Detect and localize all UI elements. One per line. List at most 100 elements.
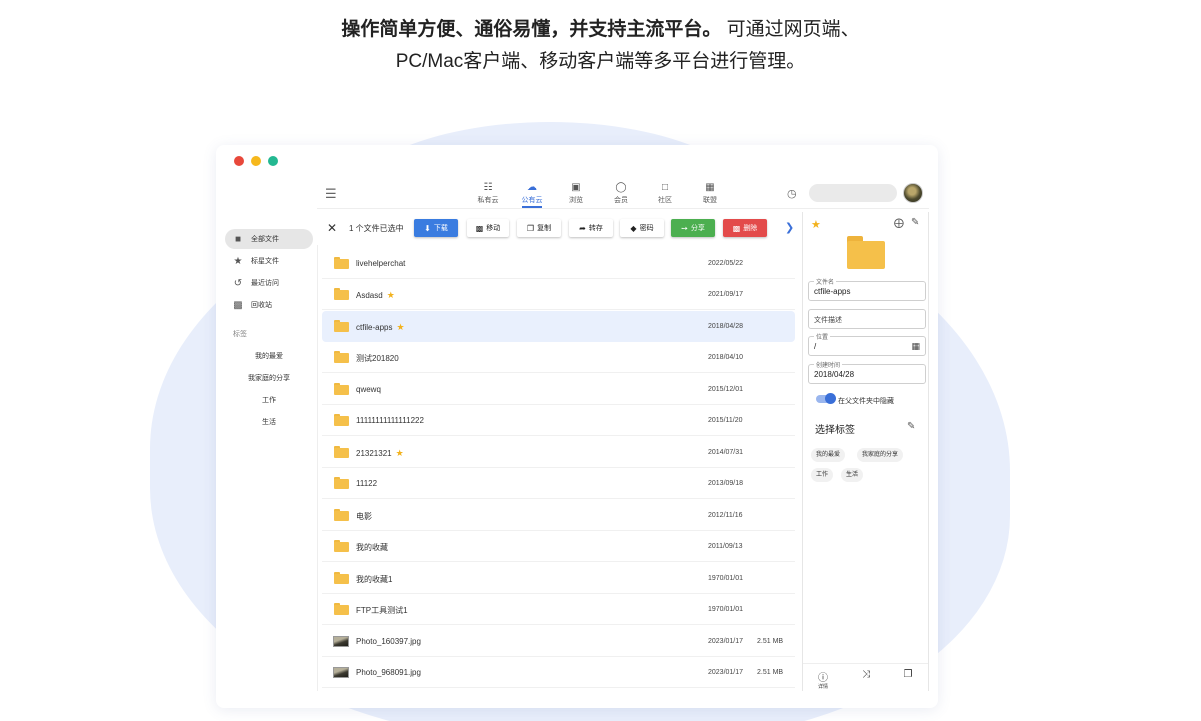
share-icon: ⤨ [862,669,870,680]
member-icon: ◯ [615,182,627,193]
file-row[interactable]: 11122 2013/09/18 [322,468,795,499]
folder-open-icon[interactable]: ▦ [911,341,920,352]
folder-icon: ■ [234,233,242,245]
close-dot[interactable] [234,156,244,166]
file-row[interactable]: 21321321 ★ 2014/07/31 [322,437,795,468]
description-field[interactable]: 文件描述 [808,309,926,329]
sidebar-tag[interactable]: 我的最爱 [225,351,313,361]
edit-icon[interactable]: ✎ [911,217,919,228]
search-input[interactable] [809,184,897,202]
nav-label: 公有云 [521,197,543,204]
nav-member[interactable]: ◯ 会员 [601,181,641,205]
delete-button[interactable]: ▩ 删除 [723,219,767,237]
file-row[interactable]: 测试201820 2018/04/10 [322,342,795,373]
trash-icon: ▩ [233,299,243,311]
chevron-right-icon[interactable]: ❯ [785,221,794,234]
file-date: 2011/09/13 [708,543,743,550]
file-row[interactable]: Photo_968091.jpg 2023/01/17 2.51 MB [322,657,795,688]
detail-footer: ⓘ 详情 ⤨ ❐ [803,663,928,691]
file-name-text: qwewq [356,385,381,394]
button-label: 转存 [588,225,603,232]
headline-line1: 操作简单方便、通俗易懂，并支持主流平台。 可通过网页端、 [0,14,1201,46]
copy-button[interactable]: ❐ 复制 [517,219,561,237]
avatar[interactable] [903,183,923,203]
tag-chip[interactable]: 生活 [841,468,864,482]
file-name: livehelperchat [356,259,405,268]
file-date: 2022/05/22 [708,260,744,267]
menu-icon[interactable]: ☰ [325,186,337,202]
sidebar-item-recent[interactable]: ↺ 最近访问 [225,273,313,293]
nav-private-cloud[interactable]: ☷ 私有云 [468,181,508,205]
file-row[interactable]: qwewq 2015/12/01 [322,374,795,405]
file-size: 2.51 MB [757,638,784,645]
sidebar-item-trash[interactable]: ▩ 回收站 [225,295,313,315]
save-to-button[interactable]: ➦ 转存 [569,219,613,237]
file-date: 2015/12/01 [708,386,744,393]
sidebar-tag[interactable]: 生活 [225,417,313,427]
nav-community[interactable]: □ 社区 [645,181,685,205]
button-label: 复制 [537,225,552,232]
maximize-dot[interactable] [268,156,278,166]
nav-public-cloud[interactable]: ☁ 公有云 [512,181,552,208]
nav-label: 联盟 [703,197,717,204]
file-name: Photo_968091.jpg [356,668,421,677]
file-name-text: Photo_160397.jpg [356,637,421,646]
file-date: 2018/04/28 [708,323,744,330]
move-icon: ▩ [475,223,484,233]
file-name: FTP工具测试1 [356,605,408,616]
password-button[interactable]: ◆ 密码 [620,219,664,237]
folder-icon [334,288,349,300]
sidebar-item-all-files[interactable]: ■ 全部文件 [225,229,313,249]
file-row[interactable]: 电影 2012/11/16 [322,500,795,531]
folder-icon [334,257,349,269]
share-button[interactable]: ➙ 分享 [671,219,715,237]
button-label: 移动 [486,225,501,232]
file-row[interactable]: FTP工具测试1 1970/01/01 [322,594,795,625]
hide-in-parent-toggle[interactable] [816,393,836,404]
copy-tab[interactable]: ❐ [893,669,923,680]
tag-chip[interactable]: 我的最爱 [811,448,846,462]
file-row[interactable]: Photo_160397.jpg 2023/01/17 2.51 MB [322,626,795,657]
filename-field[interactable]: 文件名 ctfile-apps [808,277,926,301]
move-button[interactable]: ▩ 移动 [467,219,509,237]
folder-icon [334,540,349,552]
folder-icon [334,572,349,584]
download-button[interactable]: ⬇ 下载 [414,219,458,237]
file-row[interactable]: 我的收藏 2011/09/13 [322,531,795,562]
star-icon[interactable]: ★ [811,218,821,231]
file-name: 电影 [356,511,372,522]
history-icon: ↺ [233,277,243,289]
file-name: 21321321 ★ [356,448,404,459]
file-name: 测试201820 [356,353,399,364]
file-name: qwewq [356,385,381,394]
minimize-dot[interactable] [251,156,261,166]
sidebar-tag[interactable]: 我家庭的分享 [225,373,313,383]
tag-chip[interactable]: 我家庭的分享 [857,448,904,462]
nav-browse[interactable]: ▣ 浏览 [556,181,596,205]
pin-icon[interactable]: ⨁ [894,218,904,229]
clear-selection-button[interactable]: ✕ [323,219,341,237]
sidebar-item-starred[interactable]: ★ 标星文件 [225,251,313,271]
app-window: ■ 全部文件 ★ 标星文件 ↺ 最近访问 ▩ 回收站 标签 我的最爱 我家庭的分… [216,145,938,708]
location-field[interactable]: 位置 / ▦ [808,332,926,356]
folder-icon [334,351,349,363]
database-icon: ☷ [483,182,493,193]
nav-alliance[interactable]: ▦ 联盟 [690,181,730,205]
details-tab[interactable]: ⓘ 详情 [808,669,838,690]
top-bar: ☰ ☷ 私有云 ☁ 公有云 ▣ 浏览 ◯ 会员 □ 社区 ▦ 联盟 ◷ [317,179,929,209]
file-name-text: Asdasd [356,291,383,300]
folder-icon [334,383,349,395]
edit-tags-icon[interactable]: ✎ [907,421,915,432]
sidebar-tag[interactable]: 工作 [225,395,313,405]
tag-chip[interactable]: 工作 [811,468,834,482]
tags-title: 选择标签 [815,425,855,436]
file-row-selected[interactable]: ctfile-apps ★ 2018/04/28 [322,311,795,342]
clock-icon[interactable]: ◷ [787,187,797,200]
button-label: 删除 [743,225,758,232]
sidebar: ■ 全部文件 ★ 标星文件 ↺ 最近访问 ▩ 回收站 标签 我的最爱 我家庭的分… [225,179,325,691]
file-row[interactable]: 11111111111111222 2015/11/20 [322,405,795,436]
share-tab[interactable]: ⤨ [851,669,881,680]
file-row[interactable]: livehelperchat 2022/05/22 [322,248,795,279]
file-row[interactable]: Asdasd ★ 2021/09/17 [322,279,795,310]
file-row[interactable]: 我的收藏1 1970/01/01 [322,563,795,594]
